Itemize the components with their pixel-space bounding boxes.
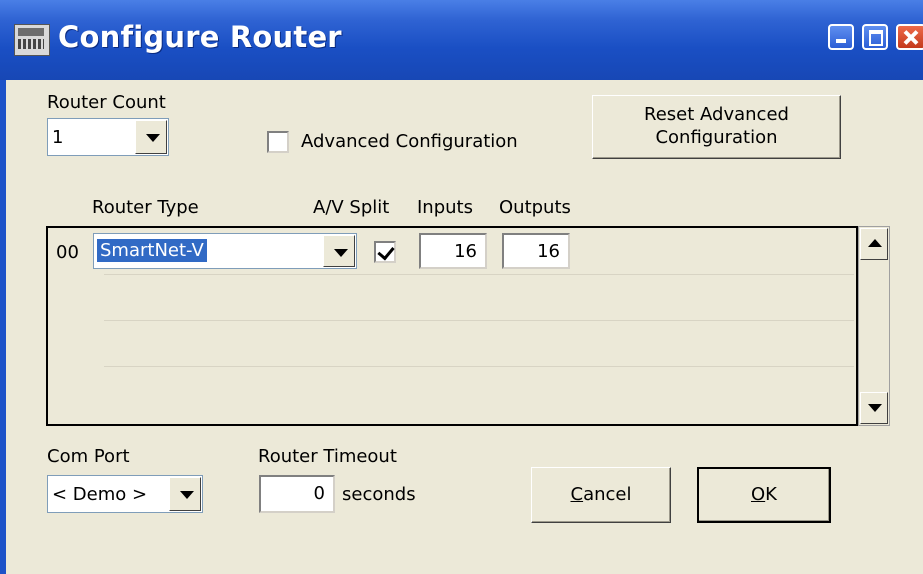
chevron-down-icon[interactable] [169, 477, 201, 511]
cancel-label: ancel [583, 484, 632, 505]
window-title: Configure Router [58, 20, 342, 54]
router-count-label: Router Count [47, 92, 166, 113]
router-count-select[interactable]: 1 [47, 118, 169, 156]
com-port-select[interactable]: < Demo > [47, 475, 203, 513]
router-timeout-field[interactable]: 0 [259, 475, 335, 513]
grid-row-divider [104, 366, 854, 367]
com-port-value: < Demo > [52, 484, 148, 505]
cancel-button[interactable]: Cancel [531, 467, 671, 523]
inputs-field[interactable]: 16 [419, 233, 487, 269]
scroll-down-icon[interactable] [860, 392, 888, 424]
outputs-header: Outputs [499, 197, 571, 218]
av-split-header: A/V Split [313, 197, 390, 218]
reset-button-line2: Configuration [655, 127, 778, 148]
ok-button[interactable]: OK [697, 467, 831, 523]
maximize-button[interactable] [862, 24, 888, 50]
outputs-field[interactable]: 16 [502, 233, 570, 269]
timeout-unit-label: seconds [342, 484, 416, 505]
inputs-header: Inputs [417, 197, 473, 218]
row-index: 00 [56, 242, 79, 263]
scroll-up-icon[interactable] [860, 228, 888, 260]
chevron-down-icon[interactable] [135, 120, 167, 154]
ok-accel: O [751, 484, 766, 505]
cancel-accel: C [570, 484, 584, 505]
title-bar[interactable]: Configure Router [0, 0, 923, 80]
vertical-scrollbar[interactable] [858, 226, 890, 426]
router-timeout-label: Router Timeout [258, 446, 397, 467]
reset-advanced-configuration-button[interactable]: Reset Advanced Configuration [592, 95, 841, 159]
grid-row-divider [104, 320, 854, 321]
minimize-button[interactable] [828, 24, 854, 50]
advanced-configuration-checkbox[interactable] [267, 131, 289, 153]
router-type-select[interactable]: SmartNet-V [93, 233, 357, 269]
configure-router-window: Configure Router Router Count 1 Advanced… [0, 0, 923, 574]
av-split-checkbox[interactable] [374, 241, 396, 263]
com-port-label: Com Port [47, 446, 130, 467]
reset-button-line1: Reset Advanced [644, 104, 789, 125]
app-icon [14, 24, 50, 56]
chevron-down-icon[interactable] [323, 235, 355, 267]
router-type-value: SmartNet-V [97, 239, 207, 262]
advanced-configuration-label: Advanced Configuration [301, 131, 518, 152]
window-border [0, 80, 6, 574]
router-count-value: 1 [52, 127, 64, 148]
grid-row-divider [104, 274, 854, 275]
router-type-header: Router Type [92, 197, 199, 218]
close-button[interactable] [896, 24, 923, 50]
ok-label: K [765, 484, 777, 505]
